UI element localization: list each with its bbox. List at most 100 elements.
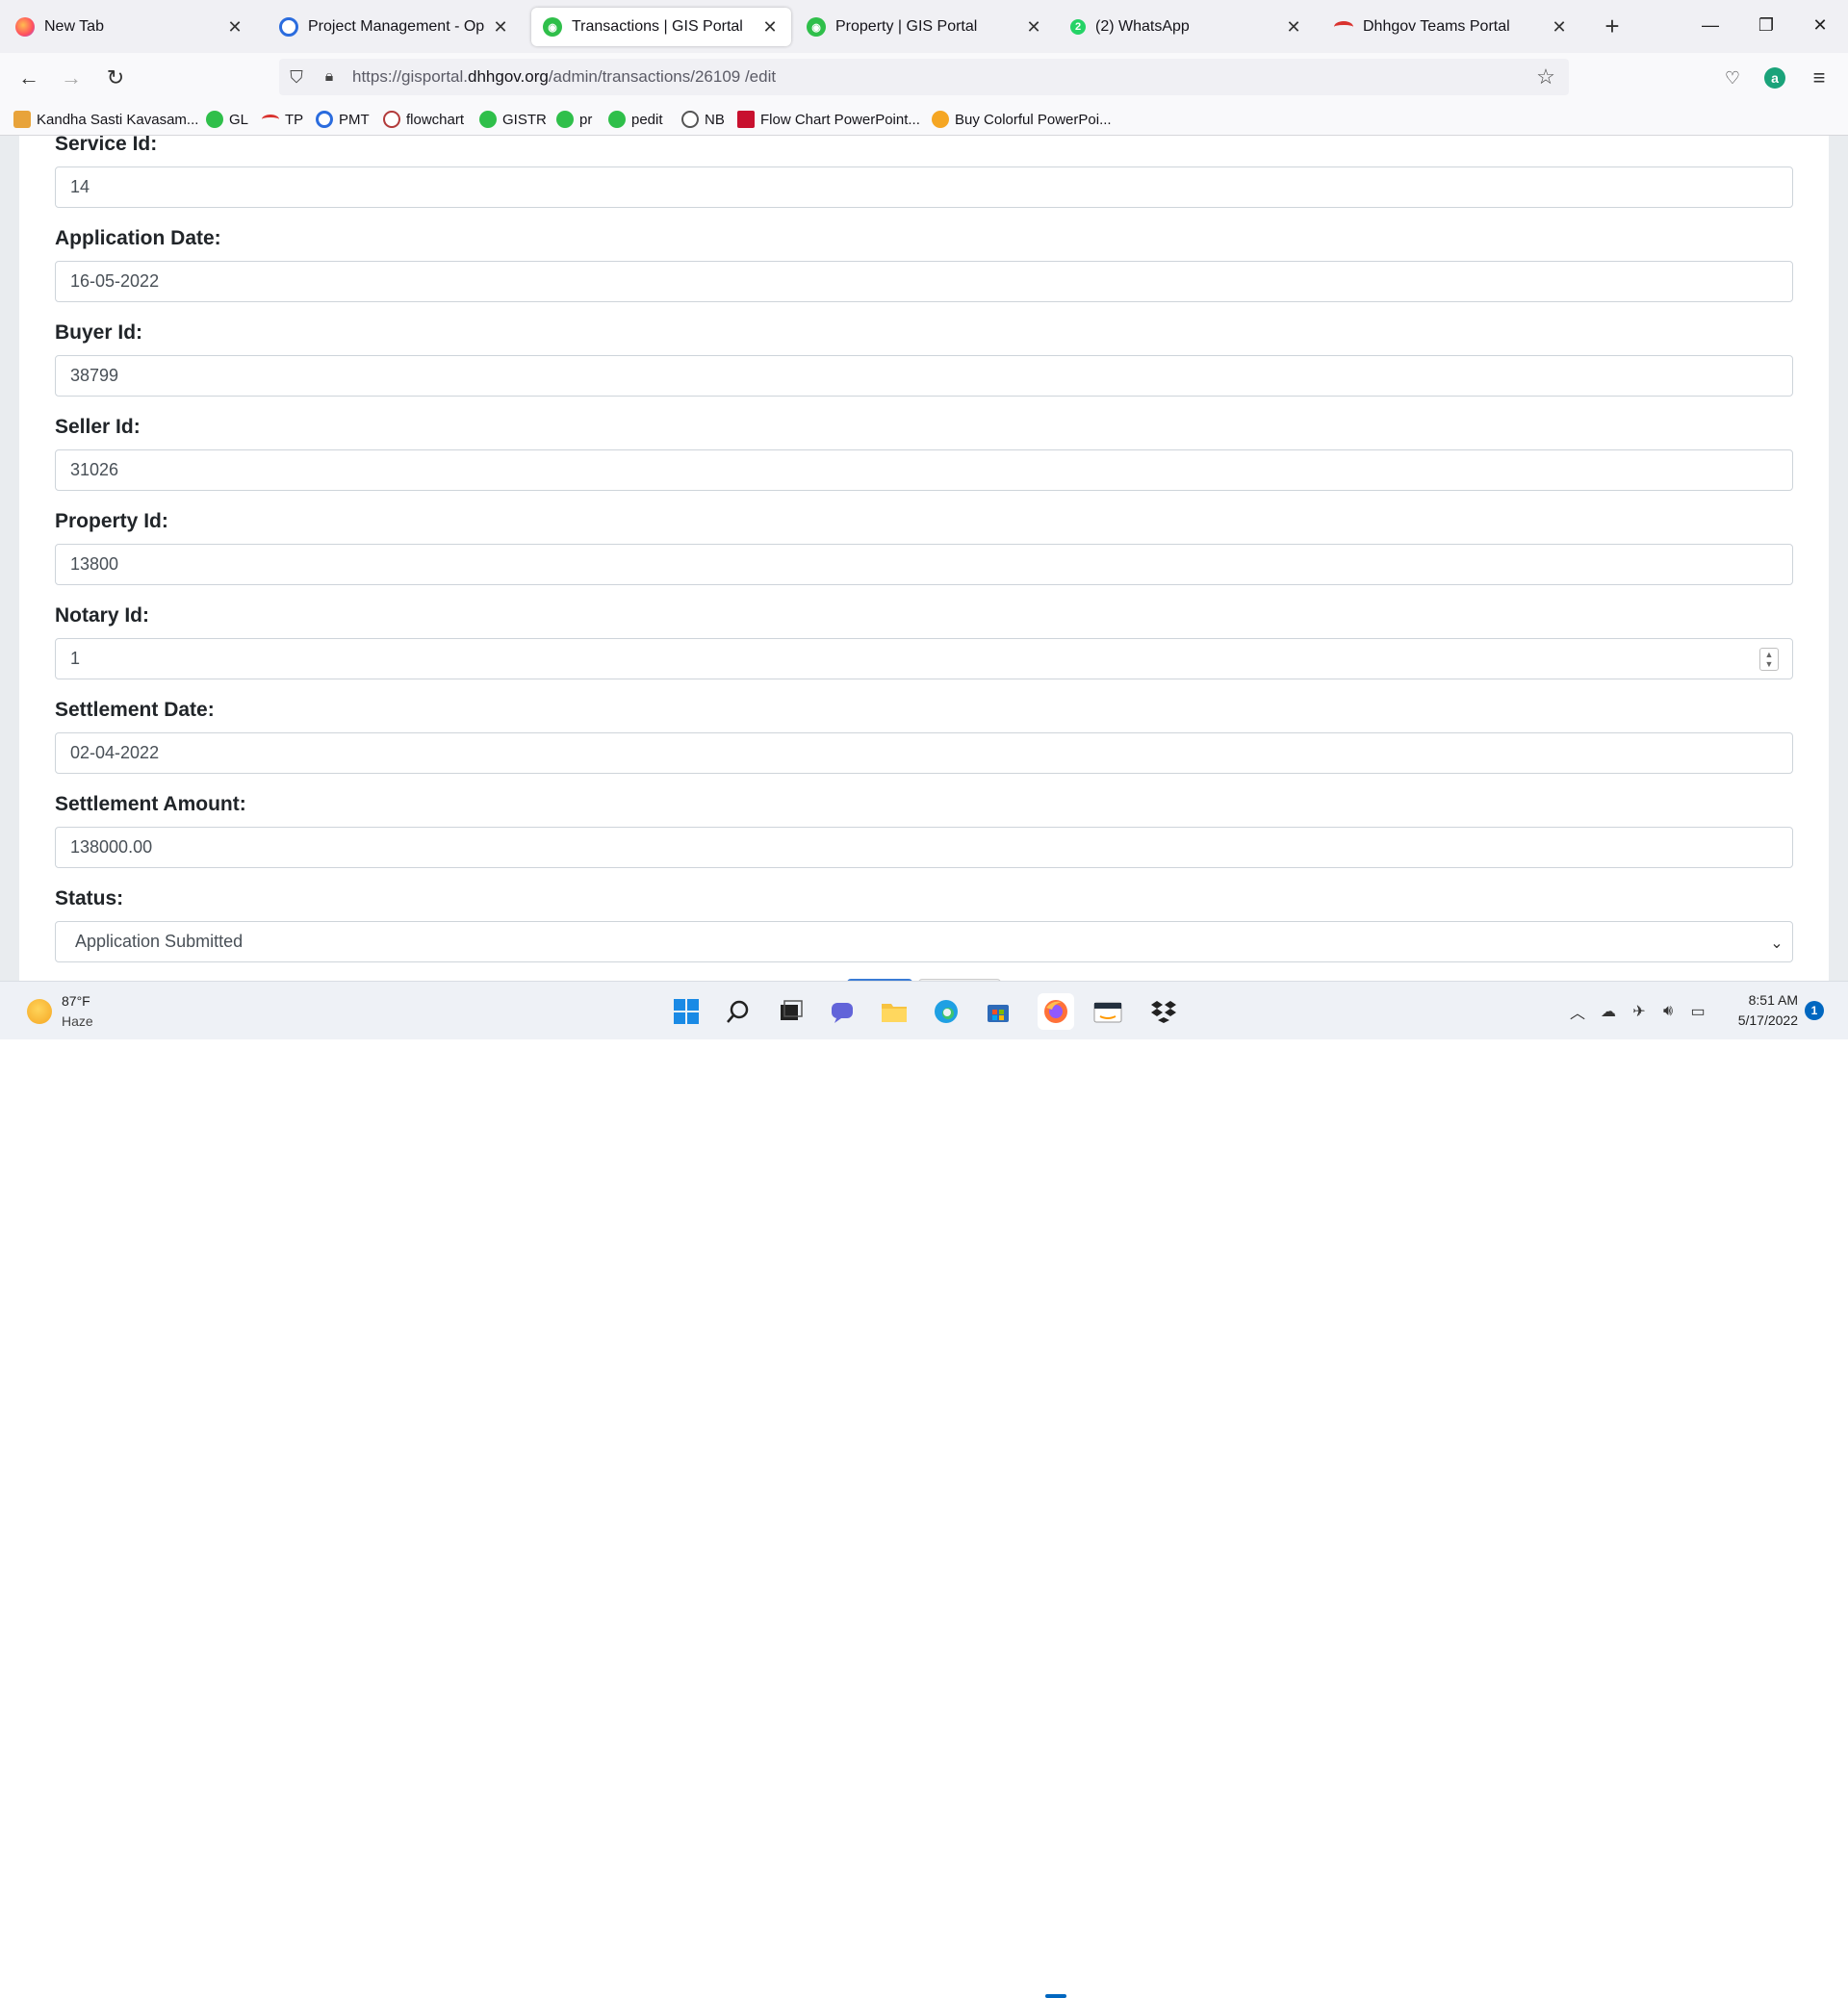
teams-portal-icon bbox=[262, 115, 279, 124]
tab-teams-portal[interactable]: Dhhgov Teams Portal ✕ bbox=[1322, 8, 1580, 46]
application-date-value: 16-05-2022 bbox=[70, 271, 160, 291]
bookmark-item[interactable]: pedit bbox=[608, 109, 663, 130]
bookmark-item[interactable]: NB bbox=[681, 109, 725, 130]
application-date-label: Application Date: bbox=[55, 227, 221, 249]
tab-title: Project Management - Operati bbox=[308, 18, 485, 35]
dropbox-icon[interactable] bbox=[1145, 993, 1182, 1030]
buyer-id-label: Buyer Id: bbox=[55, 321, 143, 344]
windows-taskbar: 87°F Haze ︿ ☁︎ ✈︎ 🔊︎ ▭ 8:51 AM 5/17/2022… bbox=[0, 981, 1848, 1998]
application-date-input[interactable]: 16-05-2022 bbox=[55, 261, 1793, 302]
lock-icon[interactable]: 🔒︎ bbox=[316, 59, 343, 95]
colorful-icon bbox=[932, 111, 949, 128]
powerpoint-icon bbox=[737, 111, 755, 128]
tab-transactions[interactable]: ◉ Transactions | GIS Portal ✕ bbox=[531, 8, 791, 46]
tab-title: New Tab bbox=[44, 18, 104, 35]
notification-badge[interactable]: 1 bbox=[1805, 1001, 1824, 1020]
active-app-indicator bbox=[1045, 1994, 1066, 1998]
teams-portal-icon bbox=[1334, 21, 1353, 33]
property-id-value: 13800 bbox=[70, 554, 119, 574]
tab-new-tab[interactable]: New Tab ✕ bbox=[4, 8, 256, 46]
back-button[interactable]: ← bbox=[13, 63, 44, 93]
bookmark-item[interactable]: Kandha Sasti Kavasam... bbox=[13, 109, 198, 130]
flowchart-icon bbox=[383, 111, 400, 128]
shield-icon[interactable]: ⛉ bbox=[283, 59, 310, 95]
weather-description[interactable]: Haze bbox=[62, 1013, 93, 1029]
seller-id-input[interactable]: 31026 bbox=[55, 449, 1793, 491]
settlement-date-input[interactable]: 02-04-2022 bbox=[55, 732, 1793, 774]
service-id-label: Service Id: bbox=[55, 136, 158, 155]
settlement-amount-input[interactable]: 138000.00 bbox=[55, 827, 1793, 868]
tab-whatsapp[interactable]: 2 (2) WhatsApp ✕ bbox=[1059, 8, 1315, 46]
battery-icon[interactable]: ▭ bbox=[1684, 1001, 1711, 1022]
gis-icon bbox=[206, 111, 223, 128]
airplane-mode-icon[interactable]: ✈︎ bbox=[1627, 1001, 1652, 1022]
chevron-up-icon[interactable]: ︿ bbox=[1567, 1001, 1588, 1022]
page-content: Service Id: 14 Application Date: 16-05-2… bbox=[0, 136, 1848, 981]
amazon-icon[interactable] bbox=[1090, 993, 1126, 1030]
reload-button[interactable]: ↻ bbox=[100, 63, 131, 93]
firefox-icon[interactable] bbox=[1038, 993, 1074, 1030]
bookmark-label: GISTR bbox=[502, 111, 547, 128]
weather-temperature[interactable]: 87°F bbox=[62, 993, 90, 1009]
windows-start-icon[interactable] bbox=[668, 993, 705, 1030]
bookmark-item[interactable]: GISTR bbox=[479, 109, 547, 130]
close-icon[interactable]: ✕ bbox=[760, 17, 780, 37]
task-view-icon[interactable] bbox=[772, 993, 808, 1030]
service-id-input[interactable]: 14 bbox=[55, 166, 1793, 208]
notary-id-input[interactable]: 1 ▲ ▼ bbox=[55, 638, 1793, 679]
clock-time[interactable]: 8:51 AM bbox=[1732, 992, 1798, 1008]
close-window-button[interactable]: ✕ bbox=[1798, 8, 1842, 42]
bookmark-label: NB bbox=[705, 111, 725, 128]
menu-icon[interactable]: ≡ bbox=[1804, 63, 1835, 93]
bookmark-item[interactable]: pr bbox=[556, 109, 592, 130]
tab-project-management[interactable]: Project Management - Operati ✕ bbox=[268, 8, 522, 46]
gis-icon: ◉ bbox=[543, 17, 562, 37]
file-explorer-icon[interactable] bbox=[876, 993, 912, 1030]
restore-button[interactable]: ❐ bbox=[1744, 8, 1788, 42]
new-tab-button[interactable]: + bbox=[1598, 12, 1627, 40]
onedrive-cloud-icon[interactable]: ☁︎ bbox=[1596, 1001, 1621, 1022]
bookmark-label: TP bbox=[285, 111, 304, 128]
url-text[interactable]: https://gisportal.dhhgov.org/admin/trans… bbox=[352, 59, 776, 95]
search-icon[interactable] bbox=[720, 993, 757, 1030]
buyer-id-input[interactable]: 38799 bbox=[55, 355, 1793, 397]
minimize-button[interactable]: — bbox=[1688, 8, 1732, 42]
whatsapp-icon: 2 bbox=[1070, 19, 1086, 35]
url-prefix: https://gisportal. bbox=[352, 67, 469, 86]
star-bookmark-icon[interactable]: ☆ bbox=[1532, 59, 1559, 95]
teams-chat-icon[interactable] bbox=[824, 993, 860, 1030]
store-icon[interactable] bbox=[980, 993, 1016, 1030]
property-id-label: Property Id: bbox=[55, 510, 168, 532]
gis-icon bbox=[479, 111, 497, 128]
gis-icon bbox=[608, 111, 626, 128]
weather-sun-icon[interactable] bbox=[27, 999, 52, 1024]
bookmark-label: GL bbox=[229, 111, 249, 128]
number-spinner-icon[interactable]: ▲ ▼ bbox=[1759, 648, 1779, 671]
close-icon[interactable]: ✕ bbox=[1284, 17, 1303, 37]
tab-title: (2) WhatsApp bbox=[1095, 18, 1190, 35]
status-select[interactable]: Application Submitted ⌄ bbox=[55, 921, 1793, 962]
pocket-icon[interactable]: ♡ bbox=[1717, 63, 1748, 93]
url-bar[interactable]: ⛉ 🔒︎ https://gisportal.dhhgov.org/admin/… bbox=[279, 59, 1569, 95]
bookmark-item[interactable]: Flow Chart PowerPoint... bbox=[737, 109, 920, 130]
service-id-value: 14 bbox=[70, 177, 90, 196]
bookmark-icon bbox=[13, 111, 31, 128]
tab-property[interactable]: ◉ Property | GIS Portal ✕ bbox=[795, 8, 1055, 46]
bookmark-item[interactable]: GL bbox=[206, 109, 248, 130]
close-icon[interactable]: ✕ bbox=[225, 17, 244, 37]
forward-button[interactable]: → bbox=[56, 63, 87, 93]
bookmark-item[interactable]: flowchart bbox=[383, 109, 464, 130]
settlement-amount-label: Settlement Amount: bbox=[55, 793, 246, 815]
close-icon[interactable]: ✕ bbox=[1024, 17, 1043, 37]
notary-id-label: Notary Id: bbox=[55, 604, 150, 627]
edge-icon[interactable] bbox=[928, 993, 964, 1030]
volume-icon[interactable]: 🔊︎ bbox=[1656, 1001, 1681, 1022]
bookmark-item[interactable]: Buy Colorful PowerPoi... bbox=[932, 109, 1112, 130]
close-icon[interactable]: ✕ bbox=[1550, 17, 1569, 37]
close-icon[interactable]: ✕ bbox=[491, 17, 510, 37]
property-id-input[interactable]: 13800 bbox=[55, 544, 1793, 585]
account-icon[interactable]: a bbox=[1759, 63, 1790, 93]
bookmark-item[interactable]: PMT bbox=[316, 109, 370, 130]
clock-date[interactable]: 5/17/2022 bbox=[1723, 1012, 1798, 1028]
bookmark-item[interactable]: TP bbox=[262, 109, 303, 130]
